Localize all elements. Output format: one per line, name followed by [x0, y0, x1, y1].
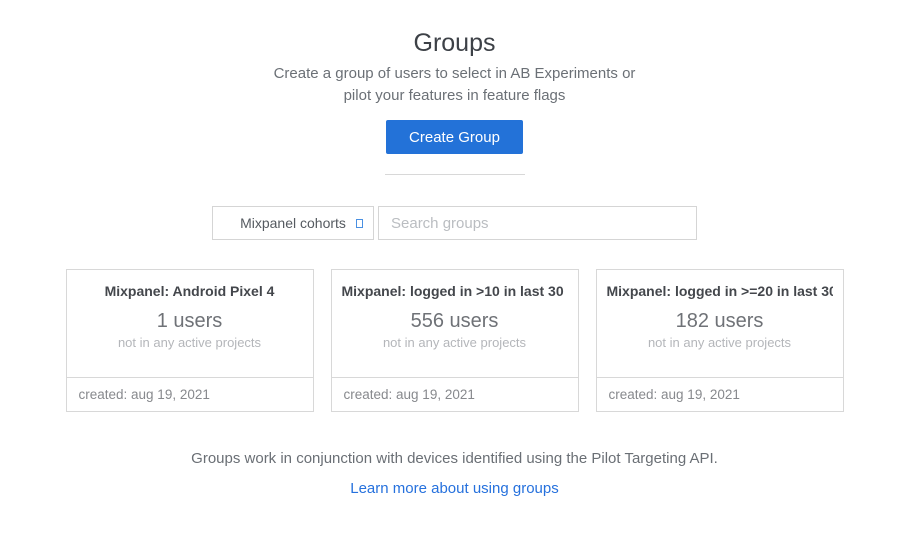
group-title: Mixpanel: logged in >=20 in last 30...	[607, 282, 833, 300]
page-title: Groups	[414, 28, 496, 58]
group-title: Mixpanel: Android Pixel 4	[77, 282, 303, 300]
learn-more-link[interactable]: Learn more about using groups	[350, 478, 558, 500]
group-card-body: Mixpanel: Android Pixel 4 1 users not in…	[67, 270, 313, 377]
page-subtitle: Create a group of users to select in AB …	[274, 63, 636, 107]
group-created-date: created: aug 19, 2021	[332, 377, 578, 411]
group-users-count: 182 users	[607, 309, 833, 333]
pilot-targeting-note: Groups work in conjunction with devices …	[191, 448, 718, 470]
group-status: not in any active projects	[342, 335, 568, 351]
group-card-body: Mixpanel: logged in >10 in last 30 ... 5…	[332, 270, 578, 377]
groups-list: Mixpanel: Android Pixel 4 1 users not in…	[66, 269, 844, 412]
dropdown-indicator-icon	[356, 219, 363, 228]
group-status: not in any active projects	[607, 335, 833, 351]
group-card[interactable]: Mixpanel: logged in >10 in last 30 ... 5…	[331, 269, 579, 412]
groups-page: Groups Create a group of users to select…	[0, 0, 909, 558]
group-status: not in any active projects	[77, 335, 303, 351]
divider	[385, 174, 525, 175]
cohort-source-dropdown-label: Mixpanel cohorts	[240, 215, 346, 231]
create-group-button[interactable]: Create Group	[386, 120, 523, 154]
group-created-date: created: aug 19, 2021	[597, 377, 843, 411]
group-users-count: 1 users	[77, 309, 303, 333]
group-users-count: 556 users	[342, 309, 568, 333]
group-card[interactable]: Mixpanel: Android Pixel 4 1 users not in…	[66, 269, 314, 412]
filter-row: Mixpanel cohorts	[212, 206, 697, 240]
page-subtitle-line: Create a group of users to select in AB …	[274, 63, 636, 85]
group-title: Mixpanel: logged in >10 in last 30 ...	[342, 282, 568, 300]
group-created-date: created: aug 19, 2021	[67, 377, 313, 411]
page-subtitle-line: pilot your features in feature flags	[274, 85, 636, 107]
search-groups-input[interactable]	[378, 206, 697, 240]
group-card[interactable]: Mixpanel: logged in >=20 in last 30... 1…	[596, 269, 844, 412]
cohort-source-dropdown[interactable]: Mixpanel cohorts	[212, 206, 374, 240]
group-card-body: Mixpanel: logged in >=20 in last 30... 1…	[597, 270, 843, 377]
